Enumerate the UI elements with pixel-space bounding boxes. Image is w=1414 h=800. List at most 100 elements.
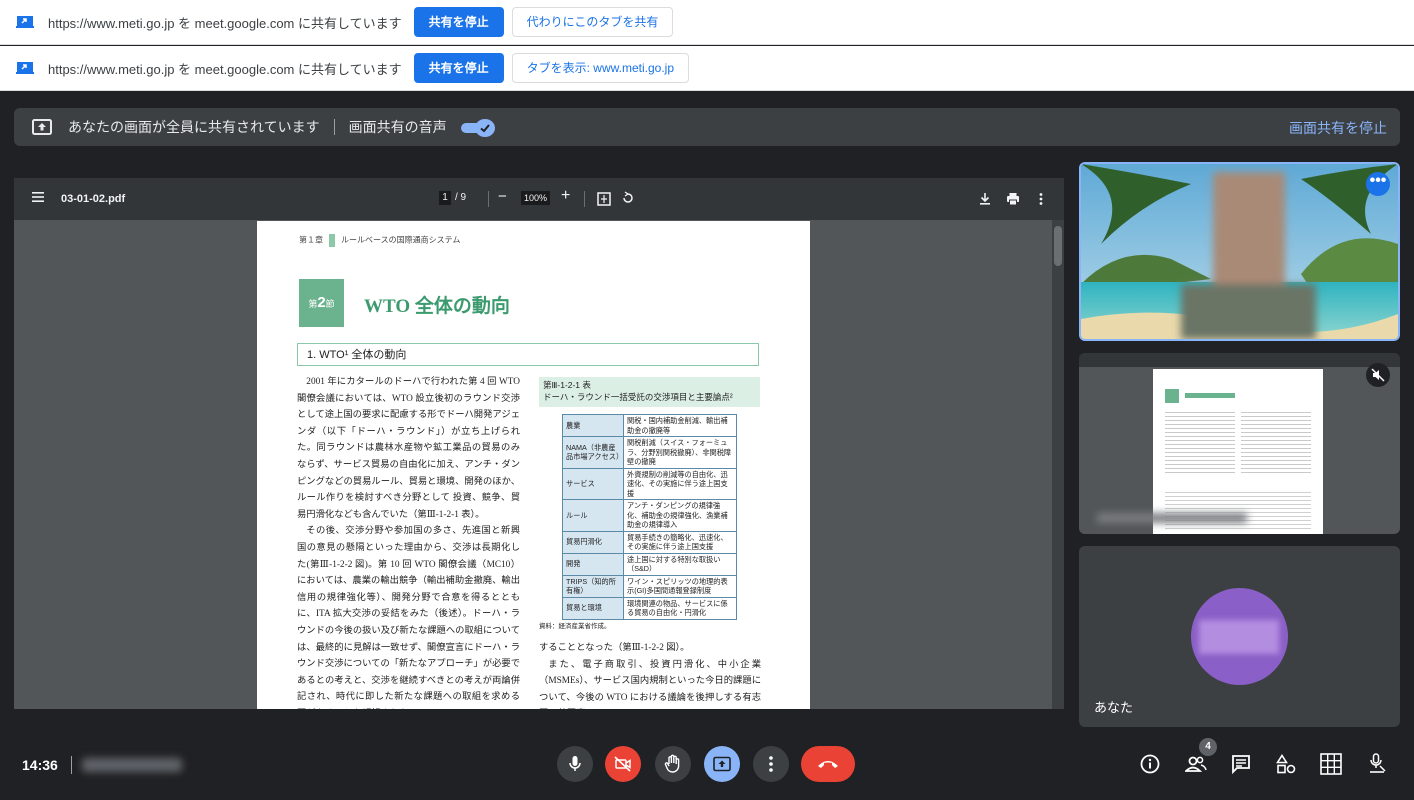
table-value: ワイン・スピリッツの地理的表示(GI)多国間通報登録制度 [623,574,737,598]
participant-tile-self[interactable]: あなた [1079,546,1400,727]
camera-button[interactable] [605,746,641,782]
body-line: することとなった（第Ⅲ-1-2-2 図）。 [539,643,690,653]
raise-hand-button[interactable] [655,746,691,782]
stop-sharing-button[interactable]: 共有を停止 [413,7,504,37]
table-value: 環境関連の物品、サービスに係る貿易の自由化・円滑化 [623,596,737,620]
shared-screen-pdf-viewer: 03-01-02.pdf 1 / 9 − 100% + 第１章 ルールベースの国際… [14,178,1064,709]
camera-off-icon [614,756,631,772]
table-key: 貿易円滑化 [562,530,624,554]
share-this-tab-button[interactable]: 代わりにこのタブを共有 [511,7,674,37]
subsection-heading: 1. WTO¹ 全体の動向 [297,343,759,366]
stop-sharing-button[interactable]: 共有を停止 [413,53,504,83]
chapter-number: 第１章 [299,235,323,245]
meeting-info-button[interactable] [1133,747,1167,781]
page-total: / 9 [455,192,467,203]
pdf-scrollbar[interactable] [1052,220,1064,709]
table-row: 開発 途上国に対する特別な取扱い（S&D） [562,552,737,576]
toolbar-divider [584,191,585,207]
mini-text-column [1165,489,1311,529]
table-number: 第Ⅲ-1-2-1 表 [543,380,591,390]
avatar [1191,588,1288,685]
share-screen-icon [16,62,34,74]
negotiation-table: 農業 関税・国内補助金削減、輸出補助金の撤廃等 NAMA（非農産品市場アクセス）関… [562,414,737,620]
mini-pdf-page [1153,369,1323,534]
participant-tile-remote[interactable]: ••• [1079,162,1400,341]
zoom-input[interactable]: 100% [521,191,550,205]
body-column-right: することとなった（第Ⅲ-1-2-2 図）。 また、電子商取引、投資円滑化、中小企… [539,640,761,709]
scrollbar-thumb[interactable] [1054,226,1062,266]
download-icon[interactable] [978,192,992,206]
table-value: 関税削減（スイス・フォーミュラ、分野別関税撤廃）、非関税障壁の撤廃 [623,436,737,469]
chat-button[interactable] [1224,747,1258,781]
presenting-banner: あなたの画面が全員に共有されています 画面共有の音声 画面共有を停止 [14,108,1400,146]
pdf-filename: 03-01-02.pdf [61,193,126,205]
table-row: NAMA（非農産品市場アクセス） 関税削減（スイス・フォーミュラ、分野別関税撤廃）… [562,436,737,469]
layout-grid-button[interactable] [1314,747,1348,781]
end-call-icon [818,761,838,768]
leave-call-button[interactable] [801,746,855,782]
mini-section-title [1185,393,1235,398]
toggle-knob [474,119,495,137]
more-vert-icon[interactable] [1036,192,1046,206]
body-paragraph: 2001 年にカタールのドーハで行われた第 4 回 WTO 閣僚会議においては、… [297,377,520,520]
participant-tile-presentation[interactable] [1079,353,1400,534]
zoom-out-button[interactable]: − [498,188,507,205]
more-options-button[interactable] [753,746,789,782]
volume-off-icon [1371,368,1385,382]
zoom-in-button[interactable]: + [561,187,570,205]
table-row: TRIPS（知的所有権） ワイン・スピリッツの地理的表示(GI)多国間通報登録制度 [562,574,737,598]
print-icon[interactable] [1006,192,1020,206]
section-number-box: 第2節 [299,279,344,327]
mic-button[interactable] [557,746,593,782]
table-value: 途上国に対する特別な取扱い（S&D） [623,552,737,576]
banner-divider [333,119,335,135]
table-value: 貿易手続きの簡略化、迅速化、その実施に伴う途上国支援 [623,530,737,554]
table-key: ルール [562,499,624,532]
chapter-bar [329,234,335,247]
rotate-icon[interactable] [621,191,635,205]
screen-audio-toggle[interactable] [460,117,495,137]
menu-icon[interactable] [31,190,45,204]
section-title: WTO 全体の動向 [364,296,510,317]
host-controls-button[interactable] [1360,747,1394,781]
table-row: 農業 関税・国内補助金削減、輸出補助金の撤廃等 [562,414,737,437]
stop-presenting-link[interactable]: 画面共有を停止 [1289,118,1387,138]
mini-pdf-toolbar [1079,353,1400,367]
present-screen-icon [32,119,52,135]
view-tab-button[interactable]: タブを表示: www.meti.go.jp [511,53,689,83]
infobar-message: https://www.meti.go.jp を meet.google.com… [48,61,402,77]
table-row: 貿易円滑化 貿易手続きの簡略化、迅速化、その実施に伴う途上国支援 [562,530,737,554]
info-icon [1140,754,1160,774]
self-name-label: あなた [1094,700,1134,715]
host-controls-icon [1370,753,1386,773]
table-value: 外資規制の削減等の自由化、迅速化、その実施に伴う途上国支援 [623,467,737,500]
activities-button[interactable] [1269,747,1303,781]
chapter-title: ルールベースの国際通商システム [341,235,461,245]
table-source-note: 資料：経済産業省作成。 [539,623,611,630]
pdf-toolbar: 03-01-02.pdf 1 / 9 − 100% + [14,178,1064,220]
present-icon [713,756,731,772]
table-title: ドーハ・ラウンド一括受託の交渉項目と主要論点² [543,392,733,402]
blurred-meeting-code [82,758,182,772]
page-number-input[interactable]: 1 [439,191,451,205]
muted-indicator [1366,363,1390,387]
table-key: 貿易と環境 [562,596,624,620]
grid-icon [1320,753,1342,775]
section-label: 第 [308,299,318,309]
chapter-header: 第１章 ルールベースの国際通商システム [299,234,460,247]
section-number: 2 [317,294,326,311]
body-column-left: 2001 年にカタールのドーハで行われた第 4 回 WTO 閣僚会議においては、… [297,374,520,709]
section-suffix: 節 [325,299,335,309]
mini-text-column [1165,409,1235,474]
table-row: ルール アンチ・ダンピングの規律強化、補助金の規律強化、漁業補助金の規律導入 [562,499,737,532]
mic-icon [569,756,581,771]
tile-more-options-button[interactable]: ••• [1366,172,1390,196]
present-button[interactable] [704,746,740,782]
table-key: 開発 [562,552,624,576]
fit-page-icon[interactable] [597,192,611,206]
table-key: TRIPS（知的所有権） [562,574,624,598]
table-row: サービス 外資規制の削減等の自由化、迅速化、その実施に伴う途上国支援 [562,467,737,500]
screen-audio-label: 画面共有の音声 [348,119,447,135]
table-row: 貿易と環境 環境関連の物品、サービスに係る貿易の自由化・円滑化 [562,596,737,620]
share-infobar-1: https://www.meti.go.jp を meet.google.com… [0,0,1414,45]
